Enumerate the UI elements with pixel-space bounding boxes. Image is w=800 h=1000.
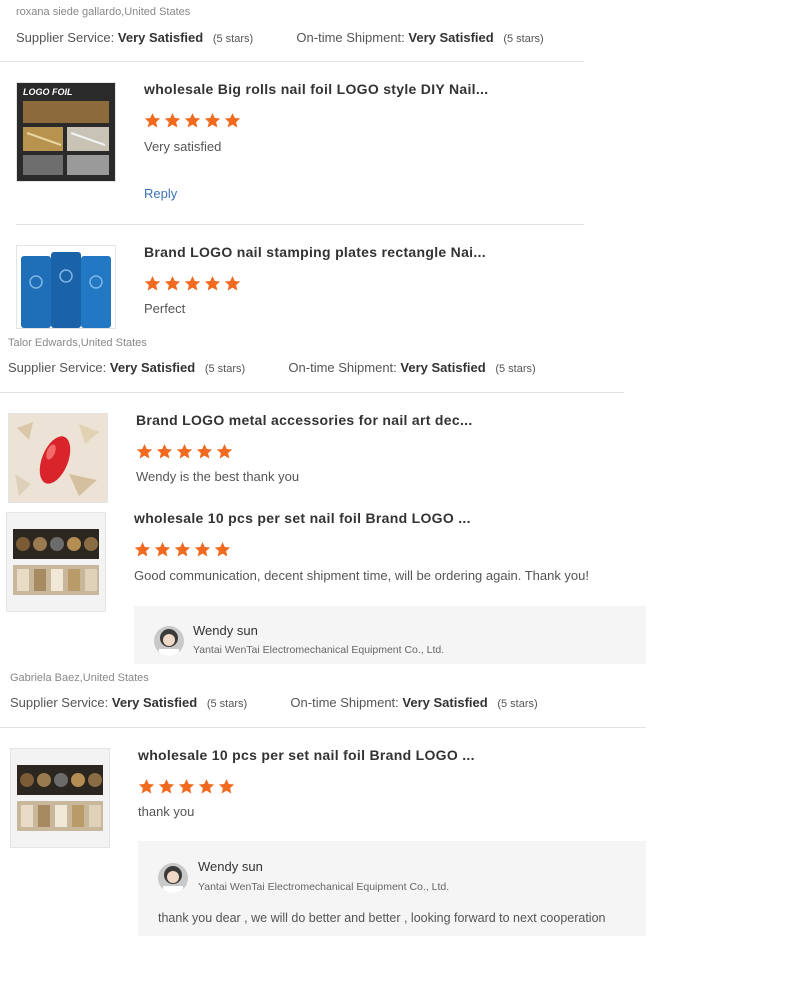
- divider: [0, 61, 584, 62]
- star-icon: [156, 443, 173, 460]
- ontime-shipment-value: Very Satisfied: [400, 360, 486, 375]
- star-icon: [198, 778, 215, 795]
- product-title[interactable]: wholesale 10 pcs per set nail foil Brand…: [138, 747, 475, 763]
- star-icon: [164, 112, 181, 129]
- thumbnail-caption: LOGO FOIL: [23, 87, 73, 97]
- ontime-shipment-label: On-time Shipment:: [288, 360, 397, 375]
- seller-avatar: [158, 863, 188, 893]
- star-icon: [164, 275, 181, 292]
- product-title[interactable]: Brand LOGO nail stamping plates rectangl…: [144, 244, 486, 260]
- ontime-shipment-stars: (5 stars): [497, 698, 538, 710]
- star-rating: [136, 443, 233, 460]
- star-icon: [138, 778, 155, 795]
- star-icon: [174, 541, 191, 558]
- star-rating: [144, 112, 241, 129]
- seller-reply: Wendy sun Yantai WenTai Electromechanica…: [138, 841, 646, 936]
- review-comment: Good communication, decent shipment time…: [134, 568, 590, 583]
- review-comment: thank you: [138, 804, 195, 819]
- star-icon: [194, 541, 211, 558]
- rating-summary: Supplier Service: Very Satisfied (5 star…: [10, 695, 538, 710]
- seller-name: Wendy sun: [193, 623, 258, 638]
- product-thumbnail[interactable]: [6, 512, 106, 612]
- star-icon: [196, 443, 213, 460]
- reviewer-name: Gabriela Baez,United States: [10, 672, 149, 684]
- supplier-service-value: Very Satisfied: [117, 30, 204, 45]
- star-icon: [184, 112, 201, 129]
- seller-company: Yantai WenTai Electromechanical Equipmen…: [198, 881, 450, 893]
- star-rating: [138, 778, 235, 795]
- product-title[interactable]: wholesale Big rolls nail foil LOGO style…: [144, 81, 488, 97]
- star-icon: [136, 443, 153, 460]
- seller-avatar: [154, 626, 184, 656]
- rating-summary: Supplier Service: Very Satisfied (5 star…: [16, 30, 544, 45]
- review-comment: Wendy is the best thank you: [136, 469, 300, 484]
- star-icon: [224, 275, 241, 292]
- star-icon: [176, 443, 193, 460]
- divider: [16, 224, 584, 225]
- star-icon: [204, 275, 221, 292]
- star-icon: [134, 541, 151, 558]
- star-icon: [154, 541, 171, 558]
- review-comment: Perfect: [144, 301, 186, 316]
- product-title[interactable]: Brand LOGO metal accessories for nail ar…: [136, 412, 473, 428]
- supplier-service-stars: (5 stars): [212, 33, 254, 45]
- seller-message: thank you dear , we will do better and b…: [158, 911, 606, 925]
- star-icon: [144, 275, 161, 292]
- star-rating: [144, 275, 241, 292]
- supplier-service-value: Very Satisfied: [111, 695, 198, 710]
- seller-name: Wendy sun: [198, 859, 263, 874]
- reply-link[interactable]: Reply: [144, 186, 177, 201]
- reviewer-name: Talor Edwards,United States: [8, 337, 147, 349]
- divider: [0, 727, 646, 728]
- review-comment: Very satisfied: [144, 139, 222, 154]
- product-thumbnail[interactable]: LOGO FOIL: [16, 82, 116, 182]
- product-title[interactable]: wholesale 10 pcs per set nail foil Brand…: [134, 510, 471, 526]
- supplier-service-label: Supplier Service:: [16, 30, 115, 45]
- seller-company: Yantai WenTai Electromechanical Equipmen…: [193, 644, 445, 656]
- supplier-service-label: Supplier Service:: [8, 360, 107, 375]
- supplier-service-value: Very Satisfied: [109, 360, 196, 375]
- star-icon: [178, 778, 195, 795]
- rating-summary: Supplier Service: Very Satisfied (5 star…: [8, 360, 536, 375]
- product-thumbnail[interactable]: [10, 748, 110, 848]
- star-icon: [184, 275, 201, 292]
- star-icon: [224, 112, 241, 129]
- ontime-shipment-stars: (5 stars): [503, 33, 544, 45]
- product-thumbnail[interactable]: [16, 245, 116, 329]
- ontime-shipment-value: Very Satisfied: [408, 30, 494, 45]
- ontime-shipment-stars: (5 stars): [495, 363, 536, 375]
- supplier-service-stars: (5 stars): [204, 363, 246, 375]
- star-rating: [134, 541, 231, 558]
- reviewer-name: roxana siede gallardo,United States: [16, 6, 191, 18]
- star-icon: [214, 541, 231, 558]
- ontime-shipment-value: Very Satisfied: [402, 695, 488, 710]
- ontime-shipment-label: On-time Shipment:: [296, 30, 405, 45]
- ontime-shipment-label: On-time Shipment:: [290, 695, 399, 710]
- divider: [0, 392, 624, 393]
- star-icon: [158, 778, 175, 795]
- star-icon: [204, 112, 221, 129]
- product-thumbnail[interactable]: [8, 413, 108, 503]
- star-icon: [216, 443, 233, 460]
- supplier-service-stars: (5 stars): [206, 698, 248, 710]
- supplier-service-label: Supplier Service:: [10, 695, 109, 710]
- seller-reply: Wendy sun Yantai WenTai Electromechanica…: [134, 606, 646, 664]
- star-icon: [144, 112, 161, 129]
- star-icon: [218, 778, 235, 795]
